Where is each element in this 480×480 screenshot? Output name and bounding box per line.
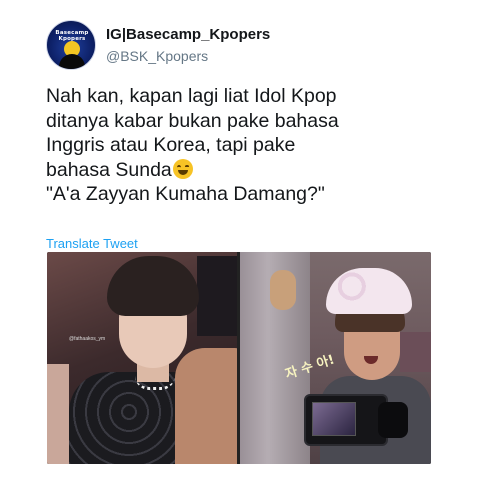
photo-camcorder-lens <box>378 402 408 438</box>
photo-plush-toy <box>270 270 296 310</box>
tweet-card: Basecamp Kpopers IG|Basecamp_Kpopers @BS… <box>0 0 480 480</box>
account-names: IG|Basecamp_Kpopers @BSK_Kpopers <box>106 25 270 66</box>
avatar[interactable]: Basecamp Kpopers <box>46 20 96 70</box>
photo-background-figure <box>197 256 237 336</box>
photo-headband <box>326 268 412 314</box>
avatar-body-shape <box>59 54 85 69</box>
tweet-text-line-4-wrapper: bahasa Sunda <box>46 158 446 183</box>
tweet-text-line-4: bahasa Sunda <box>46 158 172 181</box>
translate-tweet-link[interactable]: Translate Tweet <box>46 236 138 251</box>
photo-side-figure <box>47 364 69 464</box>
photo-camcorder-screen <box>312 402 356 436</box>
media-photo-right[interactable]: 자 수 아! <box>240 252 431 464</box>
photo-background-chairs <box>400 332 431 372</box>
display-name[interactable]: IG|Basecamp_Kpopers <box>106 25 270 44</box>
tweet-text-line-1: Nah kan, kapan lagi liat Idol Kpop <box>46 85 337 107</box>
tweet-text-line-3: Inggris atau Korea, tapi pake <box>46 134 296 156</box>
photo-watermark: @fathaakos_ym <box>69 336 106 342</box>
photo-foreground-hair <box>175 348 237 464</box>
tweet-media[interactable]: @fathaakos_ym 자 수 아! <box>47 252 431 464</box>
laughing-face-emoji-icon <box>172 158 193 179</box>
account-handle[interactable]: @BSK_Kpopers <box>106 47 270 66</box>
tweet-text-line-5: "A'a Zayyan Kumaha Damang?" <box>46 183 325 205</box>
media-photo-left[interactable]: @fathaakos_ym <box>47 252 237 464</box>
tweet-text: Nah kan, kapan lagi liat Idol Kpop ditan… <box>46 84 446 207</box>
photo-hair <box>107 256 199 316</box>
tweet-header: Basecamp Kpopers IG|Basecamp_Kpopers @BS… <box>46 17 270 73</box>
tweet-text-line-2: ditanya kabar bukan pake bahasa <box>46 109 339 132</box>
